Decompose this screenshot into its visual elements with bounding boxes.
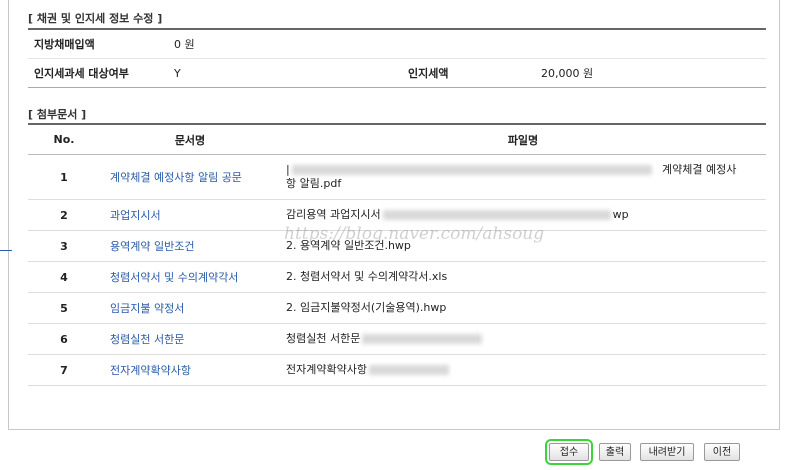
doc-link[interactable]: 임금지불 약정서	[110, 302, 184, 315]
doc-cell: 과업지시서	[100, 199, 280, 231]
stamp-tax-label: 인지세액	[408, 58, 541, 88]
row-no: 1	[28, 154, 100, 200]
table-row: 2 과업지시서 감리용역 과업지시서 wp	[28, 199, 766, 231]
table-row: 5 임금지불 약정서 2. 임금지불약정서(기술용역).hwp	[28, 292, 766, 324]
file-cell: 계약체결 예정사 | 항 알림.pdf	[280, 154, 766, 200]
column-header-doc: 문서명	[100, 124, 280, 155]
prev-button[interactable]: 이전	[704, 443, 740, 461]
local-bond-value: 0 원	[174, 38, 195, 51]
table-row: 6 청렴실천 서한문 청렴실천 서한문	[28, 323, 766, 355]
doc-link[interactable]: 청렴실천 서한문	[110, 333, 184, 346]
file-name[interactable]: 2. 임금지불약정서(기술용역).hwp	[286, 301, 446, 314]
file-cell: 2. 임금지불약정서(기술용역).hwp	[280, 292, 766, 324]
attachments-section-title: [ 첨부문서 ]	[28, 108, 87, 121]
table-row: 1 계약체결 예정사항 알림 공문 계약체결 예정사 | 항 알림.pdf	[28, 154, 766, 200]
doc-link[interactable]: 과업지시서	[110, 209, 161, 222]
download-button[interactable]: 내려받기	[640, 443, 694, 461]
file-blurred-part	[382, 210, 611, 220]
doc-link[interactable]: 전자계약확약사항	[110, 364, 191, 377]
file-name[interactable]: 감리용역 과업지시서	[286, 208, 381, 221]
attachments-table: No. 문서명 파일명 1 계약체결 예정사항 알림 공문 계약체결 예정사 |…	[28, 123, 766, 386]
file-name-line2[interactable]: 항 알림.pdf	[286, 177, 341, 190]
file-name[interactable]: 청렴실천 서한문	[286, 332, 360, 345]
file-name[interactable]: 전자계약확약사항	[286, 363, 367, 376]
receive-button[interactable]: 접수	[545, 439, 593, 465]
print-button[interactable]: 출력	[599, 443, 631, 461]
row-no: 4	[28, 261, 100, 293]
stamp-tax-value: 20,000 원	[541, 58, 766, 88]
side-marker	[0, 250, 12, 251]
stamp-tax-target-label: 인지세과세 대상여부	[28, 58, 174, 88]
row-no: 7	[28, 354, 100, 386]
doc-cell: 청렴실천 서한문	[100, 323, 280, 355]
bond-info-table: 지방채매입액 0 원 인지세과세 대상여부 Y 인지세액 20,000 원	[28, 28, 766, 88]
file-name-suffix[interactable]: 계약체결 예정사	[662, 163, 758, 177]
file-cell: 감리용역 과업지시서 wp	[280, 199, 766, 231]
row-no: 6	[28, 323, 100, 355]
bond-section-title: [ 채권 및 인지세 정보 수정 ]	[28, 12, 163, 25]
file-blurred-part	[362, 334, 483, 344]
doc-link[interactable]: 용역계약 일반조건	[110, 240, 194, 253]
row-no: 5	[28, 292, 100, 324]
file-cell: 청렴실천 서한문	[280, 323, 766, 355]
table-row: 4 청렴서약서 및 수의계약각서 2. 청렴서약서 및 수의계약각서.xls	[28, 261, 766, 293]
file-cell: 전자계약확약사항	[280, 354, 766, 386]
file-blurred-part: |	[286, 163, 654, 176]
column-header-no: No.	[28, 124, 100, 155]
row-no: 3	[28, 230, 100, 262]
doc-cell: 전자계약확약사항	[100, 354, 280, 386]
table-row: 7 전자계약확약사항 전자계약확약사항	[28, 354, 766, 386]
file-blurred-part	[368, 365, 449, 375]
file-cell: 2. 청렴서약서 및 수의계약각서.xls	[280, 261, 766, 293]
file-name[interactable]: 2. 청렴서약서 및 수의계약각서.xls	[286, 270, 447, 283]
column-header-file: 파일명	[280, 124, 766, 155]
doc-cell: 청렴서약서 및 수의계약각서	[100, 261, 280, 293]
file-cell: 2. 용역계약 일반조건.hwp	[280, 230, 766, 262]
file-name-suffix[interactable]: wp	[613, 208, 629, 221]
local-bond-label: 지방채매입액	[34, 38, 95, 51]
doc-cell: 임금지불 약정서	[100, 292, 280, 324]
file-name[interactable]: 2. 용역계약 일반조건.hwp	[286, 239, 411, 252]
stamp-tax-target-value: Y	[174, 58, 408, 88]
table-row: 3 용역계약 일반조건 2. 용역계약 일반조건.hwp	[28, 230, 766, 262]
doc-link[interactable]: 계약체결 예정사항 알림 공문	[110, 171, 242, 184]
doc-cell: 계약체결 예정사항 알림 공문	[100, 154, 280, 200]
row-no: 2	[28, 199, 100, 231]
doc-link[interactable]: 청렴서약서 및 수의계약각서	[110, 271, 238, 284]
doc-cell: 용역계약 일반조건	[100, 230, 280, 262]
